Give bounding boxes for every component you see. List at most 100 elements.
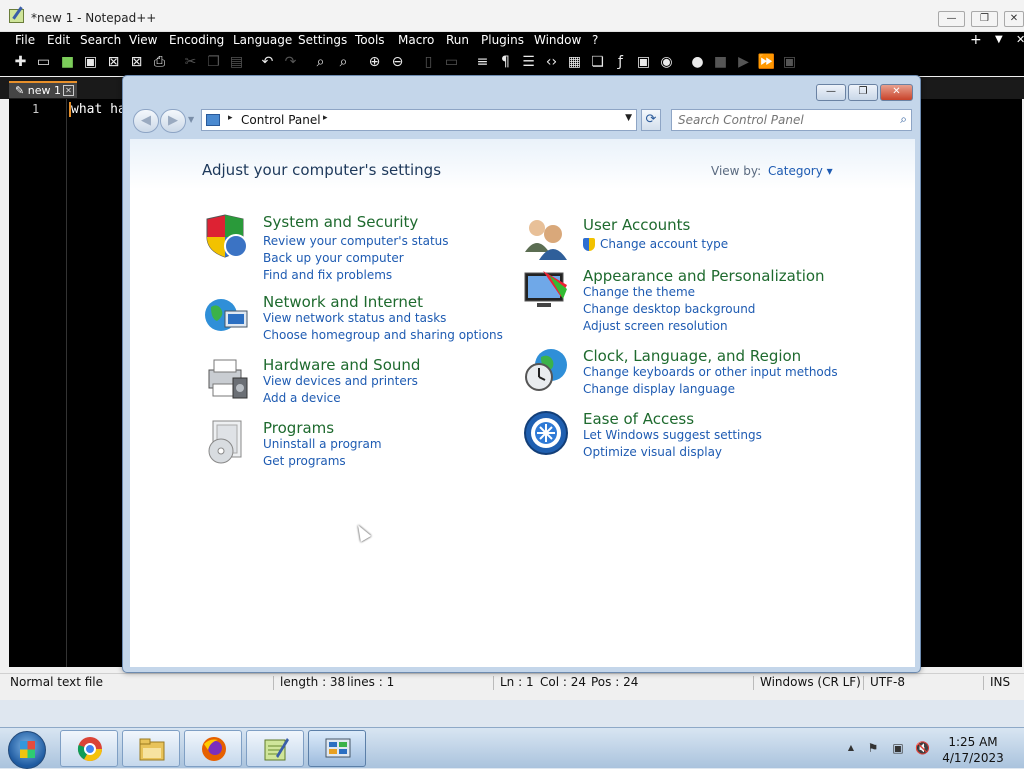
link-desktop-background[interactable]: Change desktop background bbox=[583, 302, 755, 316]
language-tag-icon[interactable]: ‹› bbox=[542, 53, 561, 71]
taskbar-file-explorer[interactable] bbox=[122, 730, 180, 767]
link-devices-printers[interactable]: View devices and printers bbox=[263, 374, 418, 388]
run-macro-multiple-icon[interactable]: ⏩ bbox=[757, 53, 776, 71]
tab-list-button[interactable]: ▼ bbox=[995, 32, 1003, 49]
link-windows-suggest-settings[interactable]: Let Windows suggest settings bbox=[583, 428, 762, 442]
category-title[interactable]: Network and Internet bbox=[263, 293, 423, 311]
tab-close-icon[interactable]: ✕ bbox=[63, 85, 74, 96]
menu-search[interactable]: Search bbox=[80, 32, 121, 49]
action-center-flag-icon[interactable]: ⚑ bbox=[866, 741, 880, 755]
undo-icon[interactable]: ↶ bbox=[258, 53, 277, 71]
sync-horizontal-icon[interactable]: ▭ bbox=[442, 53, 461, 71]
taskbar-chrome[interactable] bbox=[60, 730, 118, 767]
menu-language[interactable]: Language bbox=[233, 32, 292, 49]
close-document-button[interactable]: ✕ bbox=[1016, 32, 1024, 49]
ease-of-access-icon[interactable] bbox=[523, 410, 569, 456]
programs-icon[interactable] bbox=[203, 419, 249, 465]
link-change-theme[interactable]: Change the theme bbox=[583, 285, 695, 299]
menu-macro[interactable]: Macro bbox=[398, 32, 434, 49]
menu-help[interactable]: ? bbox=[592, 32, 598, 49]
indent-guide-icon[interactable]: ☰ bbox=[519, 53, 538, 71]
redo-icon[interactable]: ↷ bbox=[281, 53, 300, 71]
show-all-characters-icon[interactable]: ¶ bbox=[496, 53, 515, 71]
category-title[interactable]: Hardware and Sound bbox=[263, 356, 420, 374]
forward-button[interactable]: ▶ bbox=[160, 109, 186, 133]
tab-new-1[interactable]: ✎ new 1 ✕ bbox=[9, 81, 77, 98]
close-file-icon[interactable]: ⊠ bbox=[104, 53, 123, 71]
copy-icon[interactable]: ❐ bbox=[204, 53, 223, 71]
view-by-dropdown[interactable]: Category ▾ bbox=[768, 164, 833, 178]
menu-edit[interactable]: Edit bbox=[47, 32, 70, 49]
sync-vertical-icon[interactable]: ▯ bbox=[419, 53, 438, 71]
shield-icon[interactable] bbox=[203, 213, 249, 259]
recent-pages-icon[interactable]: ▼ bbox=[188, 115, 194, 124]
start-button[interactable] bbox=[8, 731, 46, 769]
menu-plugins[interactable]: Plugins bbox=[481, 32, 524, 49]
back-button[interactable]: ◀ bbox=[133, 109, 159, 133]
category-title[interactable]: Appearance and Personalization bbox=[583, 267, 825, 285]
taskbar-control-panel[interactable] bbox=[308, 730, 366, 767]
save-icon[interactable]: ■ bbox=[58, 53, 77, 71]
cut-icon[interactable]: ✂ bbox=[181, 53, 200, 71]
show-hidden-icons-chevron-icon[interactable]: ▲ bbox=[844, 741, 858, 755]
play-macro-icon[interactable]: ▶ bbox=[734, 53, 753, 71]
link-optimize-visual-display[interactable]: Optimize visual display bbox=[583, 445, 722, 459]
paste-icon[interactable]: ▤ bbox=[227, 53, 246, 71]
find-icon[interactable]: ⌕ bbox=[311, 53, 330, 71]
menu-encoding[interactable]: Encoding bbox=[169, 32, 224, 49]
title-bar[interactable]: *new 1 - Notepad++ — ❐ ✕ bbox=[0, 0, 1024, 32]
refresh-button[interactable]: ⟳ bbox=[641, 109, 661, 131]
menu-file[interactable]: File bbox=[15, 32, 35, 49]
link-get-programs[interactable]: Get programs bbox=[263, 454, 346, 468]
word-wrap-icon[interactable]: ≡ bbox=[473, 53, 492, 71]
globe-network-icon[interactable] bbox=[203, 293, 249, 339]
menu-settings[interactable]: Settings bbox=[298, 32, 347, 49]
display-icon[interactable] bbox=[523, 267, 569, 313]
category-title[interactable]: Clock, Language, and Region bbox=[583, 347, 801, 365]
menu-window[interactable]: Window bbox=[534, 32, 581, 49]
replace-icon[interactable]: ⌕ bbox=[334, 53, 353, 71]
taskbar-notepad-plus-plus[interactable] bbox=[246, 730, 304, 767]
link-backup[interactable]: Back up your computer bbox=[263, 251, 404, 265]
category-title[interactable]: Ease of Access bbox=[583, 410, 694, 428]
open-file-icon[interactable]: ▭ bbox=[34, 53, 53, 71]
zoom-in-icon[interactable]: ⊕ bbox=[365, 53, 384, 71]
system-clock[interactable]: 1:25 AM 4/17/2023 bbox=[942, 734, 1004, 766]
breadcrumb-control-panel[interactable]: Control Panel bbox=[241, 113, 321, 127]
link-change-account-type[interactable]: Change account type bbox=[600, 237, 728, 251]
category-title[interactable]: Programs bbox=[263, 419, 334, 437]
add-tab-button[interactable]: + bbox=[970, 32, 982, 49]
link-display-language[interactable]: Change display language bbox=[583, 382, 735, 396]
editor-text[interactable]: what ha bbox=[69, 102, 126, 117]
clock-globe-icon[interactable] bbox=[523, 347, 569, 393]
link-homegroup[interactable]: Choose homegroup and sharing options bbox=[263, 328, 503, 342]
stop-macro-icon[interactable]: ■ bbox=[711, 53, 730, 71]
cp-close-button[interactable]: ✕ bbox=[880, 84, 913, 101]
new-file-icon[interactable]: ✚ bbox=[11, 53, 30, 71]
link-find-fix-problems[interactable]: Find and fix problems bbox=[263, 268, 392, 282]
maximize-button[interactable]: ❐ bbox=[971, 11, 998, 27]
link-change-keyboards[interactable]: Change keyboards or other input methods bbox=[583, 365, 838, 379]
link-screen-resolution[interactable]: Adjust screen resolution bbox=[583, 319, 728, 333]
link-network-status[interactable]: View network status and tasks bbox=[263, 311, 446, 325]
link-review-status[interactable]: Review your computer's status bbox=[263, 234, 449, 248]
address-bar[interactable]: ▸ Control Panel ▸ ▼ bbox=[201, 109, 637, 131]
breadcrumb-arrow-icon[interactable]: ▸ bbox=[228, 113, 233, 123]
zoom-out-icon[interactable]: ⊖ bbox=[388, 53, 407, 71]
minimize-button[interactable]: — bbox=[938, 11, 965, 27]
close-all-icon[interactable]: ⊠ bbox=[127, 53, 146, 71]
taskbar-firefox[interactable] bbox=[184, 730, 242, 767]
users-icon[interactable] bbox=[523, 216, 569, 262]
folder-workspace-icon[interactable]: ▣ bbox=[634, 53, 653, 71]
search-icon[interactable]: ⌕ bbox=[900, 112, 907, 127]
link-add-device[interactable]: Add a device bbox=[263, 391, 341, 405]
save-all-icon[interactable]: ▣ bbox=[81, 53, 100, 71]
link-uninstall-program[interactable]: Uninstall a program bbox=[263, 437, 382, 451]
record-macro-icon[interactable]: ● bbox=[688, 53, 707, 71]
address-dropdown-icon[interactable]: ▼ bbox=[625, 113, 632, 123]
menu-view[interactable]: View bbox=[129, 32, 157, 49]
document-list-icon[interactable]: ❏ bbox=[588, 53, 607, 71]
close-button[interactable]: ✕ bbox=[1004, 11, 1024, 27]
menu-run[interactable]: Run bbox=[446, 32, 469, 49]
volume-muted-icon[interactable]: 🔇 bbox=[915, 741, 930, 755]
